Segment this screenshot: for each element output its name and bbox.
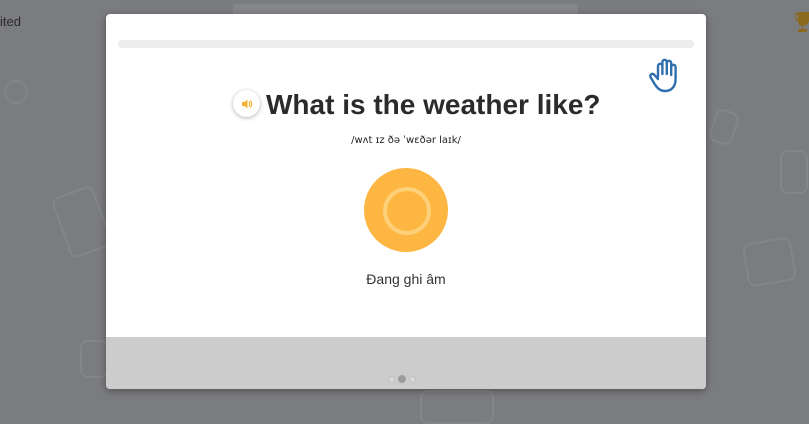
background-doodle xyxy=(4,80,28,104)
modal-footer xyxy=(106,337,706,389)
target-sentence: What is the weather like? xyxy=(266,89,601,120)
background-doodle xyxy=(780,150,808,194)
background-doodle xyxy=(420,390,494,424)
ipa-transcription: /wʌt ɪz ðə ˈwɛðər laɪk/ xyxy=(351,135,461,146)
pager-dot[interactable] xyxy=(409,375,416,383)
raise-hand-icon xyxy=(649,58,677,93)
pager-dot[interactable] xyxy=(388,375,395,383)
background-doodle xyxy=(80,340,108,378)
raise-hand-button[interactable] xyxy=(648,57,682,93)
background-doodle xyxy=(741,236,798,288)
background-doodle xyxy=(50,184,114,260)
progress-bar xyxy=(118,40,694,48)
speaker-icon xyxy=(241,99,252,108)
pager-dot[interactable] xyxy=(398,375,406,383)
pronunciation-modal: What is the weather like? /wʌt ɪz ðə ˈwɛ… xyxy=(106,14,706,389)
record-icon xyxy=(383,187,431,235)
play-audio-button[interactable] xyxy=(233,90,260,117)
background-doodle xyxy=(706,106,742,148)
pager-dots xyxy=(388,375,416,383)
record-button[interactable] xyxy=(364,168,448,252)
trophy-icon xyxy=(794,10,809,32)
background-page-text: ited xyxy=(0,14,21,29)
recording-status: Đang ghi âm xyxy=(366,271,446,287)
